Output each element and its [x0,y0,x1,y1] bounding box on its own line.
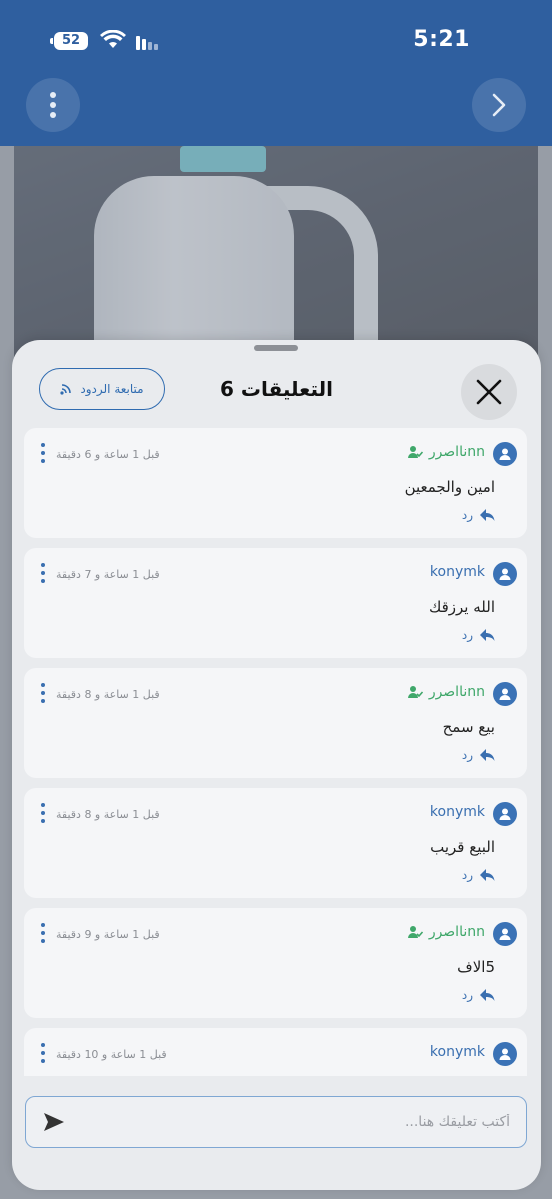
reply-button[interactable]: رد [462,868,495,882]
comment-text: الله يرزقك [428,598,495,616]
comment-username: نااصررnn [428,924,485,940]
sheet-grabber[interactable] [254,345,298,351]
reply-icon [480,869,495,881]
comment-text: امين والجمعين [404,478,495,496]
reply-icon [480,629,495,641]
comment-card[interactable]: نااصررnn قبل 1 ساعة و 6 دقيقة امين والجمعي… [24,428,527,538]
comment-card[interactable]: نااصررnn قبل 1 ساعة و 8 دقيقة بيع سمح رد [24,668,527,778]
reply-label: رد [461,988,473,1002]
reply-button[interactable]: رد [462,508,495,522]
verified-user-icon [407,446,423,458]
comment-options-button[interactable] [40,1043,46,1063]
comment-username: نااصررnn [428,684,485,700]
comment-username-row[interactable]: نااصررnn [407,684,485,700]
reply-label: رد [461,748,473,762]
reply-button[interactable]: رد [462,748,495,762]
comment-username: konymk [429,1044,485,1060]
user-icon [499,448,511,460]
comment-card[interactable]: konymk قبل 1 ساعة و 7 دقيقة الله يرزقك رد [24,548,527,658]
signal-icon [136,36,158,50]
user-icon [499,928,511,940]
close-button[interactable] [461,364,517,420]
comment-text: 5الاف [457,958,495,976]
avatar[interactable] [493,922,517,946]
comment-username: konymk [429,804,485,820]
comment-text: بيع سمح [442,718,495,736]
comment-text: البيع قريب [430,838,495,856]
comment-time: قبل 1 ساعة و 10 دقيقة [56,1048,167,1061]
user-icon [499,1048,511,1060]
reply-button[interactable]: رد [462,988,495,1002]
comment-username-row[interactable]: نااصررnn [407,444,485,460]
comment-card[interactable]: konymk قبل 1 ساعة و 10 دقيقة [24,1028,527,1076]
send-icon [44,1113,64,1131]
reply-button[interactable]: رد [462,628,495,642]
battery-indicator: 52 [50,32,88,50]
user-icon [499,808,511,820]
comment-options-button[interactable] [40,803,46,823]
avatar[interactable] [493,802,517,826]
comment-time: قبل 1 ساعة و 6 دقيقة [56,448,160,461]
comments-sheet: متابعة الردود التعليقات 6 نااصررnn قبل 1 … [12,340,541,1190]
comment-options-button[interactable] [40,563,46,583]
comment-card[interactable]: konymk قبل 1 ساعة و 8 دقيقة البيع قريب رد [24,788,527,898]
wifi-icon [100,30,126,48]
vertical-ellipsis-icon [50,92,56,118]
avatar[interactable] [493,1042,517,1066]
send-button[interactable] [42,1111,66,1137]
reply-label: رد [461,508,473,522]
comment-username-row[interactable]: konymk [430,1044,485,1060]
avatar[interactable] [493,562,517,586]
comment-input[interactable] [88,1107,512,1137]
user-icon [499,688,511,700]
comment-time: قبل 1 ساعة و 9 دقيقة [56,928,160,941]
comment-time: قبل 1 ساعة و 8 دقيقة [56,808,160,821]
comment-username-row[interactable]: نااصررnn [407,924,485,940]
comment-username: نااصررnn [428,444,485,460]
verified-user-icon [407,926,423,938]
user-icon [499,568,511,580]
reply-label: رد [461,868,473,882]
comment-options-button[interactable] [40,683,46,703]
reply-icon [480,509,495,521]
chevron-right-icon [492,93,506,117]
comment-options-button[interactable] [40,443,46,463]
avatar[interactable] [493,682,517,706]
close-icon [476,379,502,405]
verified-user-icon [407,686,423,698]
reply-icon [480,749,495,761]
menu-button[interactable] [26,78,80,132]
comment-username-row[interactable]: konymk [430,804,485,820]
comment-composer [25,1096,527,1148]
comment-time: قبل 1 ساعة و 8 دقيقة [56,688,160,701]
comment-options-button[interactable] [40,923,46,943]
comment-username: konymk [429,564,485,580]
comments-list[interactable]: نااصررnn قبل 1 ساعة و 6 دقيقة امين والجمعي… [24,428,527,1076]
comment-username-row[interactable]: konymk [430,564,485,580]
avatar[interactable] [493,442,517,466]
comment-time: قبل 1 ساعة و 7 دقيقة [56,568,160,581]
status-time: 5:21 [413,27,470,52]
top-bar: 52 5:21 [0,0,552,146]
reply-icon [480,989,495,1001]
comment-card[interactable]: نااصررnn قبل 1 ساعة و 9 دقيقة 5الاف رد [24,908,527,1018]
reply-label: رد [461,628,473,642]
forward-button[interactable] [472,78,526,132]
